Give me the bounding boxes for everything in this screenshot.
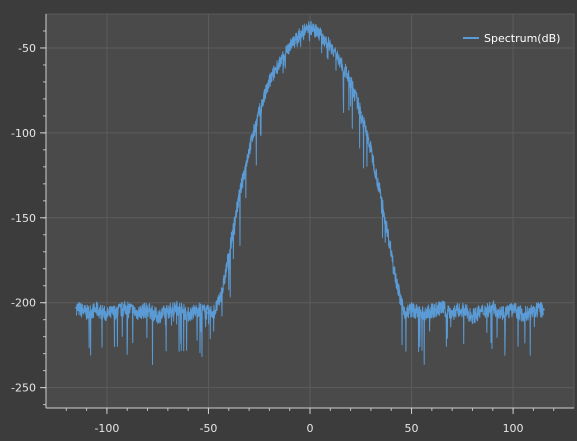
data-point <box>186 313 190 316</box>
data-point <box>400 301 403 304</box>
data-point <box>237 196 241 199</box>
data-point <box>85 311 88 315</box>
y-tick-label: -250 <box>11 382 36 395</box>
data-point <box>491 306 494 310</box>
data-point <box>221 287 224 291</box>
data-point <box>146 308 149 311</box>
data-point <box>359 111 362 114</box>
data-point <box>258 111 261 114</box>
legend-label: Spectrum(dB) <box>484 32 560 45</box>
data-point <box>339 60 342 63</box>
data-point <box>75 306 78 310</box>
data-point <box>501 311 505 315</box>
data-point <box>312 28 316 31</box>
data-point <box>542 308 545 311</box>
data-point <box>532 309 535 313</box>
data-point <box>308 26 312 29</box>
data-point <box>136 311 139 315</box>
data-point <box>349 80 352 84</box>
data-point <box>430 309 434 313</box>
data-point <box>318 33 322 36</box>
x-tick-label: 50 <box>405 422 419 435</box>
y-tick-label: -150 <box>11 212 36 225</box>
data-point <box>115 309 119 313</box>
data-point <box>288 45 291 48</box>
data-point <box>390 250 393 253</box>
y-tick-label: -200 <box>11 297 36 310</box>
data-point <box>379 196 383 199</box>
data-point <box>197 308 200 311</box>
x-tick-label: 0 <box>307 422 314 435</box>
data-point <box>207 311 210 315</box>
data-point <box>166 309 170 313</box>
data-point <box>404 311 407 315</box>
data-point <box>278 60 281 63</box>
data-point <box>156 315 159 318</box>
data-point <box>126 306 129 310</box>
data-point <box>247 148 251 152</box>
data-point <box>440 306 444 310</box>
data-point <box>481 309 484 313</box>
data-point <box>105 313 109 316</box>
data-point <box>227 253 230 257</box>
data-point <box>213 309 216 313</box>
x-tick-label: 100 <box>503 422 524 435</box>
data-point <box>217 301 220 304</box>
data-point <box>268 80 271 84</box>
data-point <box>450 311 454 315</box>
data-point <box>369 148 373 152</box>
data-point <box>461 308 464 311</box>
y-tick-label: -100 <box>11 127 36 140</box>
data-point <box>410 308 413 311</box>
chart-svg: -100 -50 0 50 100 -50 -100 -150 -200 -250 Spectru… <box>11 13 575 435</box>
data-point <box>298 33 302 36</box>
data-point <box>329 45 332 48</box>
x-tick-label: -50 <box>199 422 217 435</box>
data-point <box>304 28 308 31</box>
x-tick-label: -100 <box>94 422 119 435</box>
data-point <box>176 306 180 310</box>
y-tick-label: -50 <box>18 42 36 55</box>
data-point <box>396 284 399 287</box>
data-point <box>511 308 515 311</box>
spectrum-chart: -100 -50 0 50 100 -50 -100 -150 -200 -250 Spectru… <box>0 0 577 441</box>
data-point <box>471 315 474 318</box>
data-point <box>95 308 98 311</box>
data-point <box>420 313 423 316</box>
data-point <box>522 313 525 316</box>
